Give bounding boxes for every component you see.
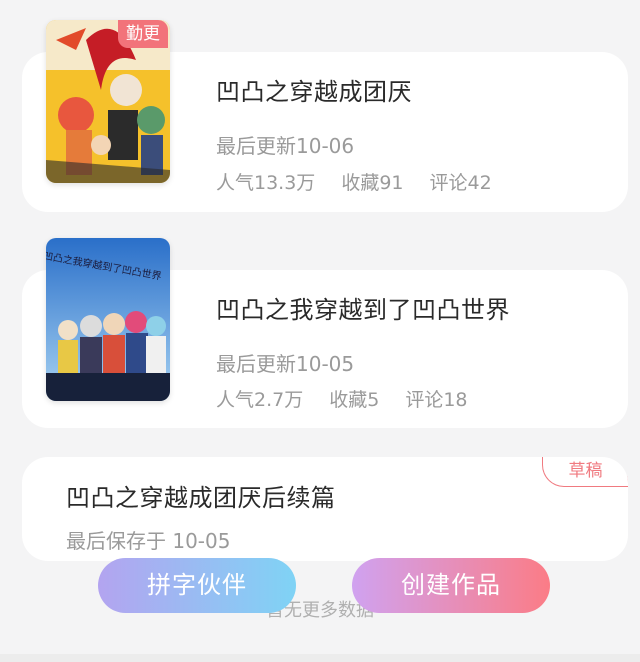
popularity-count: 人气2.7万 bbox=[216, 389, 304, 411]
draft-badge: 草稿 bbox=[542, 457, 628, 487]
work-stats: 人气2.7万 收藏5 评论18 bbox=[216, 385, 494, 412]
writing-partner-button[interactable]: 拼字伙伴 bbox=[98, 558, 296, 613]
last-updated: 最后更新10-05 bbox=[216, 352, 355, 376]
draft-title[interactable]: 凹凸之穿越成团厌后续篇 bbox=[66, 478, 336, 513]
update-frequency-badge: 勤更 bbox=[118, 20, 168, 48]
work-cover-image[interactable]: 凹凸之我穿越到了凹凸世界 bbox=[46, 238, 170, 401]
work-title[interactable]: 凹凸之穿越成团厌 bbox=[216, 72, 412, 107]
favorites-count: 收藏91 bbox=[341, 172, 404, 194]
last-updated: 最后更新10-06 bbox=[216, 134, 355, 158]
work-stats: 人气13.3万 收藏91 评论42 bbox=[216, 168, 518, 195]
create-work-button[interactable]: 创建作品 bbox=[352, 558, 550, 613]
comments-count: 评论42 bbox=[429, 172, 492, 194]
favorites-count: 收藏5 bbox=[329, 389, 380, 411]
bottom-divider bbox=[0, 654, 640, 662]
popularity-count: 人气13.3万 bbox=[216, 172, 316, 194]
comments-count: 评论18 bbox=[405, 389, 468, 411]
last-saved: 最后保存于 10-05 bbox=[66, 529, 231, 553]
work-title[interactable]: 凹凸之我穿越到了凹凸世界 bbox=[216, 290, 510, 325]
